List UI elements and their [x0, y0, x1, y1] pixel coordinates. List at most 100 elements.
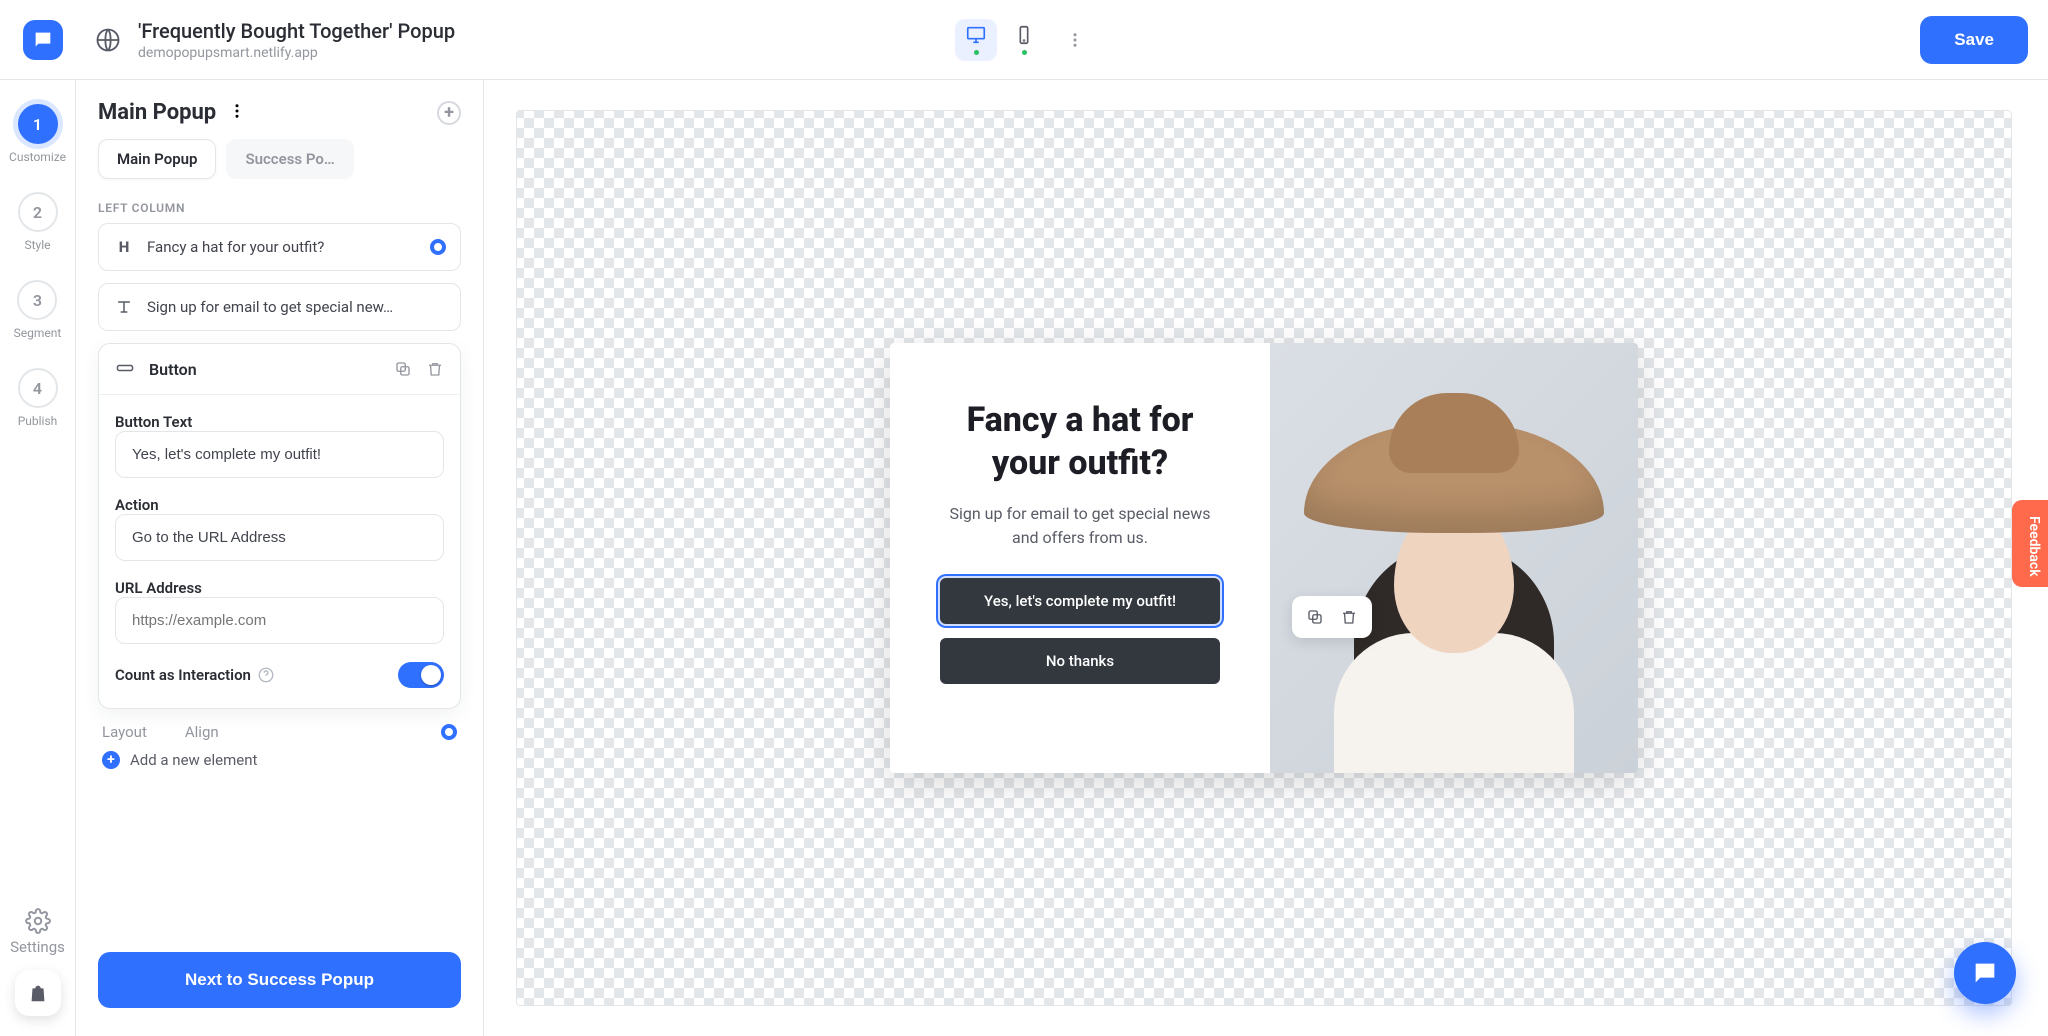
- rail-settings-label: Settings: [10, 938, 65, 956]
- add-element-button[interactable]: + Add a new element: [98, 745, 461, 791]
- card-actions: [394, 360, 444, 378]
- tab-main-popup[interactable]: Main Popup: [98, 139, 216, 179]
- shopping-bag-icon: [27, 982, 49, 1004]
- rail-step-label: Segment: [14, 326, 62, 340]
- rail-step-num: 4: [18, 368, 58, 408]
- feedback-tab[interactable]: Feedback: [2012, 500, 2048, 587]
- gear-icon: [25, 908, 51, 934]
- url-label: URL Address: [115, 579, 444, 597]
- popup-body-text: Sign up for email to get special news an…: [940, 502, 1220, 550]
- save-button[interactable]: Save: [1920, 16, 2028, 64]
- plus-icon: +: [102, 751, 120, 769]
- popup-tabs: Main Popup Success Po…: [98, 139, 461, 179]
- panel-scroll[interactable]: Main Popup + Main Popup Success Po… LEFT…: [76, 80, 483, 952]
- chat-launcher[interactable]: [1954, 942, 2016, 1004]
- url-input[interactable]: [115, 597, 444, 644]
- canvas[interactable]: × Fancy a hat for your outfit? Sign up f…: [516, 110, 2012, 1006]
- section-tabs: Layout Align: [98, 723, 461, 745]
- rail-step-num: 3: [17, 280, 57, 320]
- photo-illustration: [1314, 393, 1594, 773]
- device-switch: [955, 19, 1093, 61]
- popup-cta-primary[interactable]: Yes, let's complete my outfit!: [940, 578, 1220, 624]
- chat-bubble-icon: [32, 29, 54, 51]
- selected-indicator-icon: [441, 724, 457, 740]
- count-interaction-toggle[interactable]: [398, 662, 444, 688]
- button-element-card: Button Button Text Action: [98, 343, 461, 709]
- more-vertical-icon: [228, 102, 246, 120]
- action-select[interactable]: [115, 514, 444, 561]
- selected-indicator-icon: [430, 239, 446, 255]
- field-action: Action: [115, 496, 444, 561]
- column-label: LEFT COLUMN: [98, 201, 461, 215]
- rail-settings[interactable]: Settings: [10, 908, 65, 956]
- edit-panel: Main Popup + Main Popup Success Po… LEFT…: [76, 80, 484, 1036]
- rail-step-label: Style: [24, 238, 50, 252]
- count-label: Count as Interaction: [115, 666, 251, 684]
- rail-step-segment[interactable]: 3 Segment: [14, 280, 62, 340]
- rail-step-num: 2: [18, 192, 58, 232]
- rail-step-num: 1: [18, 104, 58, 144]
- copy-icon[interactable]: [394, 360, 412, 378]
- trash-icon[interactable]: [426, 360, 444, 378]
- heading-icon: H: [113, 236, 135, 258]
- card-title: Button: [149, 360, 382, 379]
- copy-icon: [1306, 608, 1324, 626]
- toolbar-delete-button[interactable]: [1336, 604, 1362, 630]
- card-header[interactable]: Button: [99, 344, 460, 395]
- body: 1 Customize 2 Style 3 Segment 4 Publish …: [0, 80, 2048, 1036]
- rail-bottom: Settings: [10, 908, 65, 1016]
- desktop-icon: [965, 24, 987, 46]
- app-logo-wrap: [12, 20, 74, 60]
- toolbar-copy-button[interactable]: [1302, 604, 1328, 630]
- element-row-text[interactable]: Sign up for email to get special new…: [98, 283, 461, 331]
- canvas-area: × Fancy a hat for your outfit? Sign up f…: [484, 80, 2048, 1036]
- card-body: Button Text Action URL Address: [99, 395, 460, 708]
- status-dot-icon: [1022, 50, 1027, 55]
- button-text-input[interactable]: [115, 431, 444, 478]
- popup-image: [1270, 343, 1638, 773]
- device-mobile-button[interactable]: [1003, 19, 1045, 61]
- button-text-label: Button Text: [115, 413, 444, 431]
- app-logo[interactable]: [23, 20, 63, 60]
- section-tab-layout[interactable]: Layout: [102, 723, 147, 741]
- popup-headline: Fancy a hat for your outfit?: [940, 399, 1220, 484]
- mobile-icon: [1013, 24, 1035, 46]
- next-step-button[interactable]: Next to Success Popup: [98, 952, 461, 1008]
- rail-step-style[interactable]: 2 Style: [18, 192, 58, 252]
- device-more-button[interactable]: [1057, 22, 1093, 58]
- text-icon: [113, 296, 135, 318]
- add-popup-button[interactable]: +: [437, 101, 461, 125]
- top-bar: 'Frequently Bought Together' Popup demop…: [0, 0, 2048, 80]
- help-icon[interactable]: [257, 666, 275, 684]
- globe-icon: [94, 26, 122, 54]
- page-subtitle: demopopupsmart.netlify.app: [138, 45, 455, 61]
- popup-preview[interactable]: × Fancy a hat for your outfit? Sign up f…: [890, 343, 1638, 773]
- element-row-heading[interactable]: H Fancy a hat for your outfit?: [98, 223, 461, 271]
- field-count-interaction: Count as Interaction: [115, 662, 444, 688]
- more-vertical-icon: [1066, 31, 1084, 49]
- bag-button[interactable]: [15, 970, 61, 1016]
- field-button-text: Button Text: [115, 413, 444, 478]
- status-dot-icon: [974, 50, 979, 55]
- field-url: URL Address: [115, 579, 444, 644]
- popup-cta-secondary[interactable]: No thanks: [940, 638, 1220, 684]
- device-desktop-button[interactable]: [955, 19, 997, 61]
- panel-more-button[interactable]: [228, 102, 246, 124]
- page-title: 'Frequently Bought Together' Popup: [138, 19, 455, 43]
- feedback-label: Feedback: [2026, 516, 2042, 577]
- action-label: Action: [115, 496, 444, 514]
- chat-icon: [1971, 959, 1999, 987]
- rail-step-customize[interactable]: 1 Customize: [9, 104, 66, 164]
- page-title-block: 'Frequently Bought Together' Popup demop…: [94, 19, 455, 61]
- popup-left-column: Fancy a hat for your outfit? Sign up for…: [890, 343, 1270, 773]
- add-element-label: Add a new element: [130, 751, 257, 769]
- tab-success-popup[interactable]: Success Po…: [226, 139, 353, 179]
- rail-step-label: Customize: [9, 150, 66, 164]
- trash-icon: [1340, 608, 1358, 626]
- element-toolbar: [1292, 596, 1372, 638]
- section-tab-align[interactable]: Align: [185, 723, 219, 741]
- action-select-wrap: [115, 514, 444, 561]
- rail-step-publish[interactable]: 4 Publish: [18, 368, 58, 428]
- panel-header: Main Popup +: [98, 100, 461, 125]
- panel-title: Main Popup: [98, 100, 216, 125]
